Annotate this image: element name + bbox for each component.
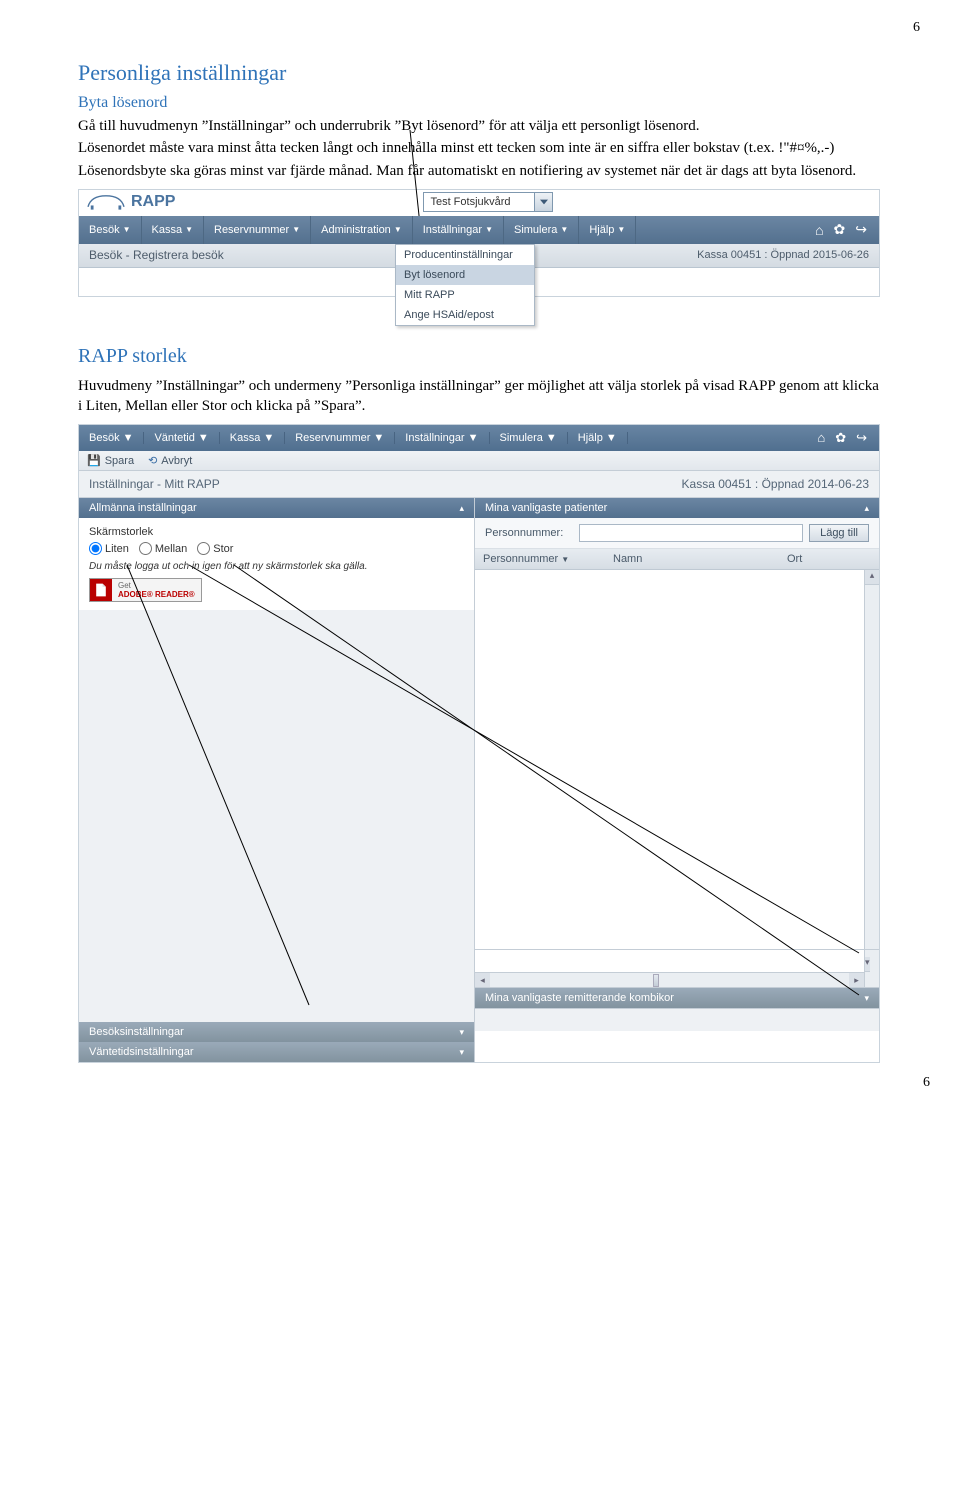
cancel-icon: ⟲ bbox=[148, 454, 157, 467]
toolbar: 💾 Spara ⟲ Avbryt bbox=[79, 451, 879, 471]
logout-icon[interactable]: ↪ bbox=[856, 430, 867, 446]
section-heading-storlek: RAPP storlek bbox=[78, 345, 882, 368]
page-title: Inställningar - Mitt RAPP bbox=[89, 477, 220, 491]
radio-stor[interactable]: Stor bbox=[197, 542, 233, 555]
scroll-left-icon[interactable]: ◂ bbox=[475, 973, 490, 987]
radio-liten[interactable]: Liten bbox=[89, 542, 129, 555]
chevron-down-icon: ▼ bbox=[292, 225, 300, 234]
col-ort[interactable]: Ort bbox=[779, 549, 879, 569]
panel-allmanna[interactable]: Allmänna inställningar▴ bbox=[79, 498, 474, 518]
body-paragraphs: Gå till huvudmenyn ”Inställningar” och u… bbox=[78, 116, 882, 181]
scrollbar-vertical[interactable]: ▴ bbox=[864, 570, 879, 949]
settings-title-bar: Inställningar - Mitt RAPP Kassa 00451 : … bbox=[79, 471, 879, 498]
add-button[interactable]: Lägg till bbox=[809, 524, 869, 542]
gear-icon[interactable]: ✿ bbox=[834, 221, 846, 238]
chevron-down-icon: ▼ bbox=[560, 225, 568, 234]
chevron-down-icon: ▼ bbox=[185, 225, 193, 234]
panel-besoksinstallningar[interactable]: Besöksinställningar▾ bbox=[79, 1022, 474, 1042]
menu-hjalp[interactable]: Hjälp▼ bbox=[568, 432, 628, 444]
menu-administration[interactable]: Administration▼ bbox=[311, 216, 413, 244]
home-icon[interactable]: ⌂ bbox=[815, 222, 823, 238]
section-subheading: Byta lösenord bbox=[78, 94, 882, 112]
breadcrumb: Besök - Registrera besök bbox=[89, 248, 224, 262]
menu-simulera[interactable]: Simulera▼ bbox=[490, 432, 568, 444]
dropdown-item-byt-losenord[interactable]: Byt lösenord bbox=[396, 265, 534, 285]
scrollbar-vertical[interactable]: ▾ bbox=[864, 950, 879, 987]
chevron-down-icon: ▼ bbox=[617, 225, 625, 234]
dropdown-item-ange-hsaid[interactable]: Ange HSAid/epost bbox=[396, 305, 534, 325]
table-header: Personnummer ▼ Namn Ort bbox=[475, 549, 879, 570]
paragraph: Lösenordsbyte ska göras minst var fjärde… bbox=[78, 161, 882, 181]
expand-icon: ▾ bbox=[864, 993, 869, 1004]
menu-simulera[interactable]: Simulera▼ bbox=[504, 216, 579, 244]
col-personnummer[interactable]: Personnummer ▼ bbox=[475, 549, 605, 569]
menu-reservnummer[interactable]: Reservnummer▼ bbox=[204, 216, 311, 244]
expand-icon: ▾ bbox=[459, 1047, 464, 1058]
adobe-icon bbox=[90, 579, 112, 601]
panel-patienter[interactable]: Mina vanligaste patienter▴ bbox=[475, 498, 879, 518]
scroll-up-icon[interactable]: ▴ bbox=[865, 570, 879, 585]
collapse-icon: ▴ bbox=[864, 503, 869, 514]
menu-hjalp[interactable]: Hjälp▼ bbox=[579, 216, 636, 244]
col-namn[interactable]: Namn bbox=[605, 549, 779, 569]
size-note: Du måste logga ut och in igen för att ny… bbox=[89, 561, 464, 572]
dropdown-installningar: Producentinställningar Byt lösenord Mitt… bbox=[395, 244, 535, 326]
menu-besok[interactable]: Besök▼ bbox=[79, 432, 144, 444]
panel-remitterande[interactable]: Mina vanligaste remitterande kombikor▾ bbox=[475, 988, 879, 1008]
scroll-right-icon[interactable]: ▸ bbox=[849, 973, 864, 987]
radio-mellan[interactable]: Mellan bbox=[139, 542, 187, 555]
main-menu: Besök▼ Kassa▼ Reservnummer▼ Administrati… bbox=[79, 216, 879, 244]
scrollbar-thumb[interactable] bbox=[653, 974, 659, 987]
screenshot-rapp-menu: RAPP Test Fotsjukvård Besök▼ Kassa▼ Rese… bbox=[78, 189, 880, 297]
pnr-input[interactable] bbox=[579, 524, 803, 542]
chevron-down-icon: ▼ bbox=[394, 225, 402, 234]
menu-installningar[interactable]: Inställningar▼ bbox=[413, 216, 504, 244]
rapp-logo: RAPP bbox=[85, 193, 175, 211]
size-radio-group: Liten Mellan Stor bbox=[89, 542, 464, 555]
unit-select[interactable]: Test Fotsjukvård bbox=[423, 192, 553, 212]
chevron-down-icon: ▼ bbox=[123, 225, 131, 234]
menu-installningar[interactable]: Inställningar▼ bbox=[395, 432, 489, 444]
expand-icon: ▾ bbox=[459, 1027, 464, 1038]
paragraph: Lösenordet måste vara minst åtta tecken … bbox=[78, 138, 882, 158]
paragraph: Gå till huvudmenyn ”Inställningar” och u… bbox=[78, 116, 882, 136]
pnr-label: Personnummer: bbox=[485, 527, 573, 539]
size-label: Skärmstorlek bbox=[89, 526, 464, 538]
patient-list-empty: ▴ bbox=[475, 570, 879, 950]
kassa-status: Kassa 00451 : Öppnad 2015-06-26 bbox=[697, 249, 869, 261]
panel-vantetidsinstallningar[interactable]: Väntetidsinställningar▾ bbox=[79, 1042, 474, 1062]
dropdown-item-producent[interactable]: Producentinställningar bbox=[396, 245, 534, 265]
unit-select-value: Test Fotsjukvård bbox=[424, 196, 534, 208]
save-button[interactable]: 💾 Spara bbox=[87, 454, 134, 467]
dropdown-item-mitt-rapp[interactable]: Mitt RAPP bbox=[396, 285, 534, 305]
menu-kassa[interactable]: Kassa▼ bbox=[220, 432, 285, 444]
save-icon: 💾 bbox=[87, 454, 101, 467]
gear-icon[interactable]: ✿ bbox=[835, 430, 846, 446]
page-number-top: 6 bbox=[913, 20, 920, 36]
menu-reservnummer[interactable]: Reservnummer▼ bbox=[285, 432, 395, 444]
screenshot-rapp-settings: Besök▼ Väntetid▼ Kassa▼ Reservnummer▼ In… bbox=[78, 424, 880, 1063]
chevron-down-icon: ▼ bbox=[485, 225, 493, 234]
cancel-button[interactable]: ⟲ Avbryt bbox=[148, 454, 192, 467]
main-menu: Besök▼ Väntetid▼ Kassa▼ Reservnummer▼ In… bbox=[79, 425, 879, 451]
logo-text: RAPP bbox=[131, 193, 175, 211]
logout-icon[interactable]: ↪ bbox=[855, 221, 867, 238]
menu-besok[interactable]: Besök▼ bbox=[79, 216, 142, 244]
body-paragraphs: Huvudmeny ”Inställningar” och undermeny … bbox=[78, 376, 882, 417]
home-icon[interactable]: ⌂ bbox=[817, 430, 825, 446]
kassa-status: Kassa 00451 : Öppnad 2014-06-23 bbox=[682, 477, 869, 491]
dropdown-arrow-icon[interactable] bbox=[534, 193, 552, 211]
menu-kassa[interactable]: Kassa▼ bbox=[142, 216, 205, 244]
scrollbar-horizontal[interactable]: ◂ ▸ bbox=[475, 972, 864, 987]
adobe-reader-badge[interactable]: GetADOBE® READER® bbox=[89, 578, 202, 602]
collapse-icon: ▴ bbox=[459, 503, 464, 514]
section-heading: Personliga inställningar bbox=[78, 60, 882, 86]
page-number-bottom: 6 bbox=[923, 1075, 930, 1091]
paragraph: Huvudmeny ”Inställningar” och undermeny … bbox=[78, 376, 882, 417]
scroll-down-icon[interactable]: ▾ bbox=[865, 957, 870, 972]
menu-vantetid[interactable]: Väntetid▼ bbox=[144, 432, 219, 444]
